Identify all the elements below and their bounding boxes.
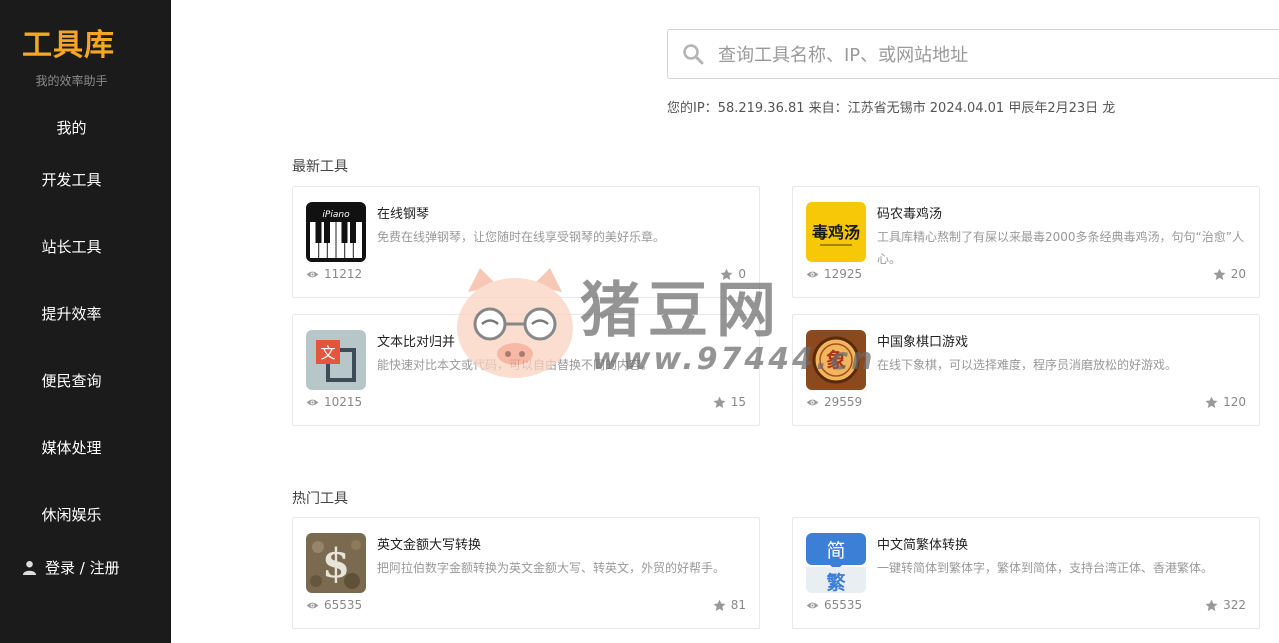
simplified-traditional-icon: 简 繁 bbox=[806, 533, 866, 593]
view-count-value: 65535 bbox=[324, 598, 363, 612]
card-title: 英文金额大写转换 bbox=[377, 538, 482, 553]
star-count-value: 0 bbox=[738, 267, 746, 281]
tool-card-simplified-traditional[interactable]: 简 繁 中文简繁体转换 一键转简体到繁体字，繁体到简体，支持台湾正体、香港繁体。… bbox=[792, 517, 1260, 629]
card-desc: 免费在线弹钢琴，让您随时在线享受钢琴的美好乐章。 bbox=[377, 230, 666, 244]
view-count: 29559 bbox=[806, 395, 862, 409]
sidebar-item-mine[interactable]: 我的 bbox=[0, 117, 143, 138]
view-count: 65535 bbox=[306, 598, 362, 612]
view-count-value: 11212 bbox=[324, 267, 363, 281]
card-title: 中文简繁体转换 bbox=[877, 538, 969, 553]
view-count-value: 12925 bbox=[824, 267, 863, 281]
eye-icon bbox=[306, 602, 319, 608]
card-title: 文本比对归并 bbox=[377, 335, 456, 350]
login-label: 登录 / 注册 bbox=[45, 559, 120, 577]
tool-card-text-compare[interactable]: 文 文本比对归并 能快速对比本文或代码，可以自由替换不同的内容。 10215 1… bbox=[292, 314, 760, 426]
star-count[interactable]: 120 bbox=[1205, 395, 1246, 409]
view-count: 65535 bbox=[806, 598, 862, 612]
view-count: 12925 bbox=[806, 267, 862, 281]
card-desc: 在线下象棋，可以选择难度，程序员消磨放松的好游戏。 bbox=[877, 358, 1178, 372]
star-icon bbox=[720, 268, 733, 280]
star-count-value: 20 bbox=[1230, 267, 1246, 281]
sidebar-item-efficiency[interactable]: 提升效率 bbox=[0, 303, 143, 324]
star-count[interactable]: 322 bbox=[1205, 598, 1246, 612]
view-count-value: 65535 bbox=[824, 598, 863, 612]
view-count-value: 10215 bbox=[324, 395, 363, 409]
card-desc: 能快速对比本文或代码，可以自由替换不同的内容。 bbox=[377, 358, 654, 372]
ip-info: 您的IP：58.219.36.81 来自：江苏省无锡市 2024.04.01 甲… bbox=[667, 101, 1116, 116]
eye-icon bbox=[806, 399, 819, 405]
section-title-newest: 最新工具 bbox=[292, 159, 348, 175]
star-count[interactable]: 0 bbox=[720, 267, 746, 281]
tagline: 我的效率助手 bbox=[35, 74, 108, 88]
piano-icon: iPiano bbox=[306, 202, 366, 262]
search-input[interactable] bbox=[718, 38, 1268, 72]
view-count: 10215 bbox=[306, 395, 362, 409]
piano-icon-label: iPiano bbox=[322, 210, 350, 220]
star-icon bbox=[713, 396, 726, 408]
tool-card-english-amount[interactable]: $ 英文金额大写转换 把阿拉伯数字金额转换为英文金额大写、转英文，外贸的好帮手。… bbox=[292, 517, 760, 629]
card-title: 中国象棋口游戏 bbox=[877, 335, 969, 350]
dollar-icon-label: $ bbox=[322, 540, 350, 587]
star-count[interactable]: 15 bbox=[713, 395, 746, 409]
card-title: 码农毒鸡汤 bbox=[877, 207, 943, 222]
card-title: 在线钢琴 bbox=[377, 207, 430, 222]
sidebar-item-media[interactable]: 媒体处理 bbox=[0, 437, 143, 458]
star-icon bbox=[713, 599, 726, 611]
logo[interactable]: 工具库 bbox=[22, 20, 115, 64]
user-icon bbox=[22, 560, 37, 575]
search-icon[interactable] bbox=[682, 43, 704, 65]
section-title-popular: 热门工具 bbox=[292, 491, 348, 507]
traditional-label: 繁 bbox=[826, 571, 846, 593]
poison-soup-icon-label: 毒鸡汤 bbox=[812, 223, 860, 242]
star-count[interactable]: 81 bbox=[713, 598, 746, 612]
eye-icon bbox=[306, 399, 319, 405]
eye-icon bbox=[806, 602, 819, 608]
dollar-icon: $ bbox=[306, 533, 366, 593]
view-count-value: 29559 bbox=[824, 395, 863, 409]
text-compare-icon: 文 bbox=[306, 330, 366, 390]
text-compare-icon-label: 文 bbox=[320, 344, 335, 362]
tool-card-piano[interactable]: iPiano 在线钢琴 免费在线弹钢琴，让您随时在线享受钢琴的美好乐章。 112… bbox=[292, 186, 760, 298]
sidebar-item-webmaster-tools[interactable]: 站长工具 bbox=[0, 236, 143, 257]
poison-soup-icon: 毒鸡汤 bbox=[806, 202, 866, 262]
star-icon bbox=[1205, 599, 1218, 611]
view-count: 11212 bbox=[306, 267, 362, 281]
star-count-value: 120 bbox=[1223, 395, 1246, 409]
star-count[interactable]: 20 bbox=[1213, 267, 1246, 281]
star-count-value: 15 bbox=[730, 395, 746, 409]
sidebar-item-dev-tools[interactable]: 开发工具 bbox=[0, 169, 143, 190]
sidebar-item-entertainment[interactable]: 休闲娱乐 bbox=[0, 504, 143, 525]
chinese-chess-icon-label: 象 bbox=[826, 348, 846, 372]
star-icon bbox=[1205, 396, 1218, 408]
simplified-label: 简 bbox=[826, 540, 845, 562]
login-link[interactable]: 登录 / 注册 bbox=[22, 557, 120, 578]
card-desc: 把阿拉伯数字金额转换为英文金额大写、转英文，外贸的好帮手。 bbox=[377, 561, 726, 575]
sidebar-item-lookup[interactable]: 便民查询 bbox=[0, 370, 143, 391]
card-desc: 工具库精心熬制了有屎以来最毒2000多条经典毒鸡汤，句句“治愈”人心。 bbox=[877, 230, 1244, 266]
eye-icon bbox=[306, 271, 319, 277]
chinese-chess-icon: 象 bbox=[806, 330, 866, 390]
star-count-value: 81 bbox=[730, 598, 746, 612]
sidebar: 工具库 我的效率助手 我的 开发工具 站长工具 提升效率 便民查询 媒体处理 休… bbox=[0, 0, 171, 643]
star-count-value: 322 bbox=[1223, 598, 1246, 612]
tool-card-poison-soup[interactable]: 毒鸡汤 码农毒鸡汤 工具库精心熬制了有屎以来最毒2000多条经典毒鸡汤，句句“治… bbox=[792, 186, 1260, 298]
tool-card-chinese-chess[interactable]: 象 中国象棋口游戏 在线下象棋，可以选择难度，程序员消磨放松的好游戏。 2955… bbox=[792, 314, 1260, 426]
star-icon bbox=[1213, 268, 1226, 280]
eye-icon bbox=[806, 271, 819, 277]
search-box bbox=[667, 29, 1279, 79]
card-desc: 一键转简体到繁体字，繁体到简体，支持台湾正体、香港繁体。 bbox=[877, 561, 1214, 575]
